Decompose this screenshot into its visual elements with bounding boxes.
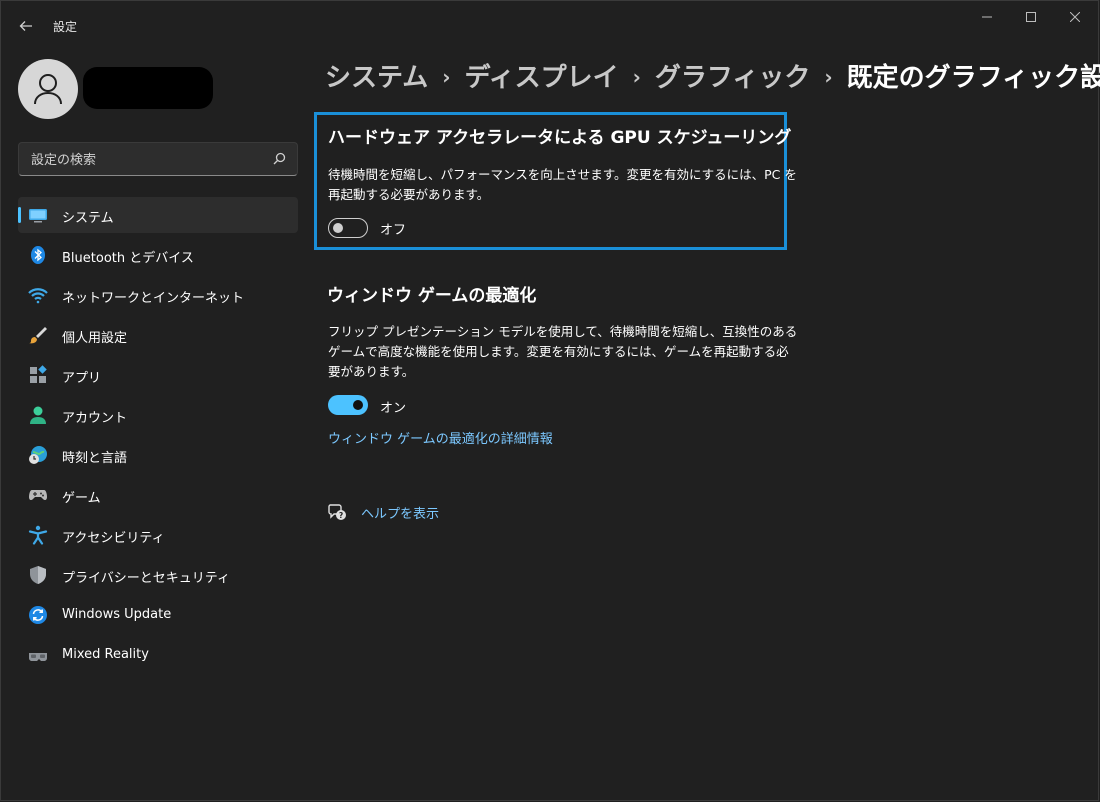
gamepad-icon: [29, 490, 47, 501]
sidebar-item-label: 時刻と言語: [62, 451, 128, 466]
bluetooth-icon: [31, 246, 45, 264]
app-title: 設定: [53, 20, 78, 34]
search-box[interactable]: [18, 142, 298, 176]
description-line: 再起動する必要があります。: [328, 187, 490, 202]
chevron-right-icon: ›: [824, 65, 833, 89]
sidebar-item-system[interactable]: システム: [18, 197, 298, 233]
sidebar-item-bluetooth[interactable]: Bluetooth とデバイス: [18, 237, 298, 273]
update-icon: [29, 606, 47, 624]
search-icon[interactable]: [271, 151, 287, 167]
maximize-button[interactable]: [1015, 9, 1047, 29]
sidebar-nav: システム Bluetooth とデバイス ネットワークとインターネット 個人用設…: [18, 197, 298, 677]
monitor-icon: [29, 209, 47, 223]
sidebar-item-label: ゲーム: [62, 491, 101, 506]
redacted-user-name: [83, 67, 213, 109]
sidebar-item-label: アクセシビリティ: [62, 531, 165, 546]
sidebar-item-accounts[interactable]: アカウント: [18, 397, 298, 433]
description-line: ゲームで高度な機能を使用します。変更を有効にするには、ゲームを再起動する必: [328, 344, 789, 359]
accessibility-icon: [28, 525, 48, 545]
sidebar-item-label: システム: [62, 211, 114, 226]
breadcrumb-display[interactable]: ディスプレイ: [464, 63, 618, 93]
toggle-knob: [353, 400, 363, 410]
gpu-scheduling-title: ハードウェア アクセラレータによる GPU スケジューリング: [328, 128, 792, 148]
chevron-right-icon: ›: [632, 65, 641, 89]
sidebar-item-network[interactable]: ネットワークとインターネット: [18, 277, 298, 313]
description-line: 要があります。: [328, 364, 415, 379]
breadcrumb-graphics[interactable]: グラフィック: [655, 63, 810, 93]
minimize-button[interactable]: [971, 9, 1003, 29]
globe-clock-icon: [29, 446, 47, 464]
settings-window: 設定 システム: [0, 0, 1100, 801]
search-input[interactable]: [29, 149, 263, 171]
windowed-game-toggle[interactable]: [328, 395, 368, 415]
sidebar-item-label: アプリ: [62, 371, 102, 386]
apps-icon: [30, 365, 47, 383]
shield-icon: [30, 566, 46, 584]
gpu-scheduling-toggle[interactable]: [328, 218, 368, 238]
sidebar-item-mixed-reality[interactable]: Mixed Reality: [18, 637, 298, 673]
sidebar-item-label: Windows Update: [62, 607, 172, 622]
close-button[interactable]: [1059, 9, 1091, 29]
toggle-knob: [333, 223, 343, 233]
avatar[interactable]: [18, 59, 78, 119]
person-icon: [30, 406, 46, 424]
wifi-icon: [28, 288, 48, 304]
description-line: フリップ プレゼンテーション モデルを使用して、待機時間を短縮し、互換性のある: [328, 324, 798, 339]
sidebar-item-gaming[interactable]: ゲーム: [18, 477, 298, 513]
sidebar-item-label: アカウント: [62, 411, 128, 426]
sidebar-item-label: プライバシーとセキュリティ: [62, 571, 230, 586]
help-icon[interactable]: ?: [327, 502, 347, 522]
sidebar-item-label: Mixed Reality: [62, 647, 149, 662]
description-line: 待機時間を短縮し、パフォーマンスを向上させます。変更を有効にするには、PC を: [328, 167, 797, 182]
sidebar-item-personalization[interactable]: 個人用設定: [18, 317, 298, 353]
windowed-game-title: ウィンドウ ゲームの最適化: [327, 286, 537, 306]
sidebar-item-windows-update[interactable]: Windows Update: [18, 597, 298, 633]
breadcrumb: システム › ディスプレイ › グラフィック › 既定のグラフィック設定: [325, 57, 1100, 94]
windowed-game-description: フリップ プレゼンテーション モデルを使用して、待機時間を短縮し、互換性のある …: [328, 322, 797, 382]
chevron-right-icon: ›: [442, 65, 451, 89]
sidebar-item-label: Bluetooth とデバイス: [62, 251, 194, 266]
gpu-scheduling-description: 待機時間を短縮し、パフォーマンスを向上させます。変更を有効にするには、PC を …: [328, 165, 797, 205]
help-link[interactable]: ヘルプを表示: [361, 503, 439, 522]
maximize-icon: [1026, 12, 1036, 22]
sidebar-item-label: ネットワークとインターネット: [62, 291, 245, 306]
windowed-game-state: オン: [380, 401, 407, 416]
user-icon: [34, 74, 62, 105]
windowed-game-more-info-link[interactable]: ウィンドウ ゲームの最適化の詳細情報: [328, 428, 553, 447]
brush-icon: [29, 327, 47, 344]
back-button[interactable]: [15, 15, 37, 37]
sidebar-item-apps[interactable]: アプリ: [18, 357, 298, 393]
svg-text:?: ?: [339, 511, 343, 520]
title-bar: 設定: [1, 1, 1098, 49]
sidebar-item-time-language[interactable]: 時刻と言語: [18, 437, 298, 473]
breadcrumb-system[interactable]: システム: [325, 63, 428, 93]
gpu-scheduling-state: オフ: [380, 223, 407, 238]
minimize-icon: [982, 16, 992, 18]
close-icon: [1069, 11, 1081, 23]
sidebar-item-accessibility[interactable]: アクセシビリティ: [18, 517, 298, 553]
sidebar-item-privacy[interactable]: プライバシーとセキュリティ: [18, 557, 298, 593]
headset-icon: [29, 653, 47, 661]
arrow-left-icon: [19, 21, 32, 31]
sidebar-item-label: 個人用設定: [62, 331, 128, 346]
page-title: 既定のグラフィック設定: [846, 63, 1100, 93]
